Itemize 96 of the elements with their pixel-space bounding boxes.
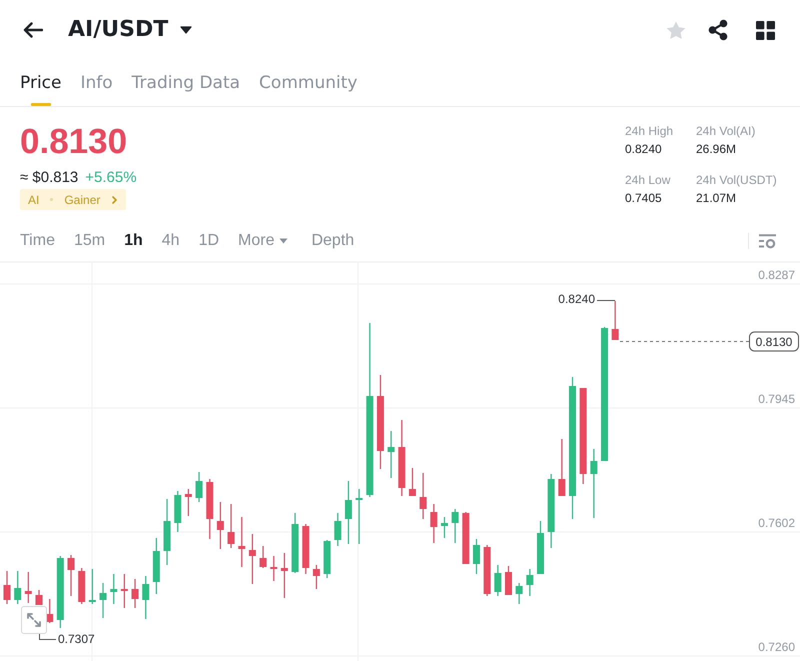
rising-candle (152, 538, 160, 594)
falling-candle (408, 468, 416, 496)
rising-candle (334, 513, 342, 546)
falling-candle (132, 579, 139, 608)
chevron-right-icon (112, 196, 118, 204)
falling-candle (184, 489, 192, 516)
rising-candle (356, 489, 363, 544)
falling-candle (558, 439, 566, 496)
rising-candle (452, 509, 459, 543)
pair-selector[interactable]: AI/USDT (68, 16, 192, 44)
tags-pill[interactable]: AI Gainer (20, 189, 126, 210)
stat-value: 0.8240 (625, 141, 663, 158)
stat-label: 24h High (625, 123, 674, 140)
expand-chart-button[interactable] (21, 606, 47, 634)
back-arrow-icon (23, 22, 43, 38)
rising-candle (388, 431, 395, 478)
rising-candle (100, 583, 107, 618)
rising-candle (537, 521, 544, 574)
falling-candle (612, 301, 619, 340)
rising-candle (440, 517, 448, 538)
page-tab[interactable]: Info (80, 60, 113, 106)
stat-label: 24h Vol(AI) (696, 123, 756, 140)
falling-candle (24, 572, 32, 603)
rising-candle (164, 499, 171, 565)
falling-candle (216, 502, 224, 549)
falling-candle (430, 504, 438, 543)
last-price-tag: 0.8130 (749, 332, 799, 352)
rising-candle (110, 574, 118, 604)
high-price-label: 0.8240 (558, 292, 595, 306)
falling-candle (120, 574, 128, 608)
falling-candle (4, 571, 10, 604)
falling-candle (68, 555, 75, 596)
falling-candle (248, 534, 256, 584)
rising-candle (142, 576, 150, 619)
settings-icon (759, 234, 776, 248)
price-axis-label: 0.7602 (758, 516, 795, 530)
page-tab[interactable]: Price (20, 60, 62, 106)
falling-candle (505, 566, 512, 595)
rising-candle (516, 583, 523, 604)
falling-candle (228, 504, 235, 548)
more-intervals-dropdown[interactable]: More (238, 231, 288, 251)
rising-candle (88, 569, 96, 604)
falling-candle (260, 546, 267, 568)
last-price: 0.8130 (20, 121, 128, 163)
chart-settings-button[interactable] (759, 234, 776, 248)
rising-candle (344, 481, 352, 544)
rising-candle (292, 513, 299, 573)
falling-candle (462, 512, 470, 564)
interval-tab[interactable]: 1h (124, 231, 143, 251)
rising-candle (56, 556, 64, 628)
low-leader-line (39, 634, 56, 640)
caret-down-icon (279, 238, 288, 244)
high-leader-line (596, 300, 616, 301)
interval-tab[interactable]: 4h (162, 231, 180, 251)
falling-candle (484, 545, 491, 596)
stat-label: 24h Vol(USDT) (696, 172, 778, 189)
falling-candle (270, 556, 278, 581)
falling-candle (206, 479, 214, 539)
stat-label: 24h Low (625, 172, 672, 189)
usd-price: ≈ $0.813 (20, 168, 78, 188)
falling-candle (280, 553, 288, 598)
price-change: +5.65% (85, 168, 137, 188)
separator-dot-icon (50, 198, 54, 201)
rising-candle (14, 571, 22, 604)
rising-candle (526, 569, 534, 596)
falling-candle (78, 568, 86, 604)
falling-candle (420, 473, 427, 519)
low-price-label: 0.7307 (58, 632, 95, 646)
share-icon (708, 19, 728, 41)
tag-label: Gainer (64, 192, 100, 208)
price-axis-label: 0.7260 (758, 640, 795, 654)
price-axis-label: 0.8287 (758, 268, 795, 282)
rising-candle (472, 539, 480, 574)
interval-tab[interactable]: Depth (311, 231, 354, 251)
rising-candle (324, 540, 331, 578)
rising-candle (174, 491, 182, 532)
rising-candle (590, 449, 598, 518)
tag-label: AI (28, 192, 40, 208)
falling-candle (36, 590, 42, 605)
falling-candle (238, 517, 246, 567)
stat-value: 0.7405 (625, 190, 663, 207)
page-tab[interactable]: Trading Data (132, 60, 240, 106)
stat-value: 26.96M (696, 141, 738, 158)
page-tab[interactable]: Community (259, 60, 358, 106)
interval-tab[interactable]: Time (20, 231, 55, 251)
price-axis-label: 0.7945 (758, 392, 795, 406)
interval-tab[interactable]: 15m (74, 231, 106, 251)
grid-icon (756, 20, 775, 40)
rising-candle (494, 565, 502, 596)
rising-candle (196, 472, 203, 502)
falling-candle (312, 565, 320, 589)
expand-icon (26, 612, 42, 628)
caret-down-icon (180, 26, 192, 34)
interval-tab[interactable]: 1D (198, 231, 220, 251)
falling-candle (302, 524, 310, 574)
stat-value: 21.07M (696, 190, 738, 207)
